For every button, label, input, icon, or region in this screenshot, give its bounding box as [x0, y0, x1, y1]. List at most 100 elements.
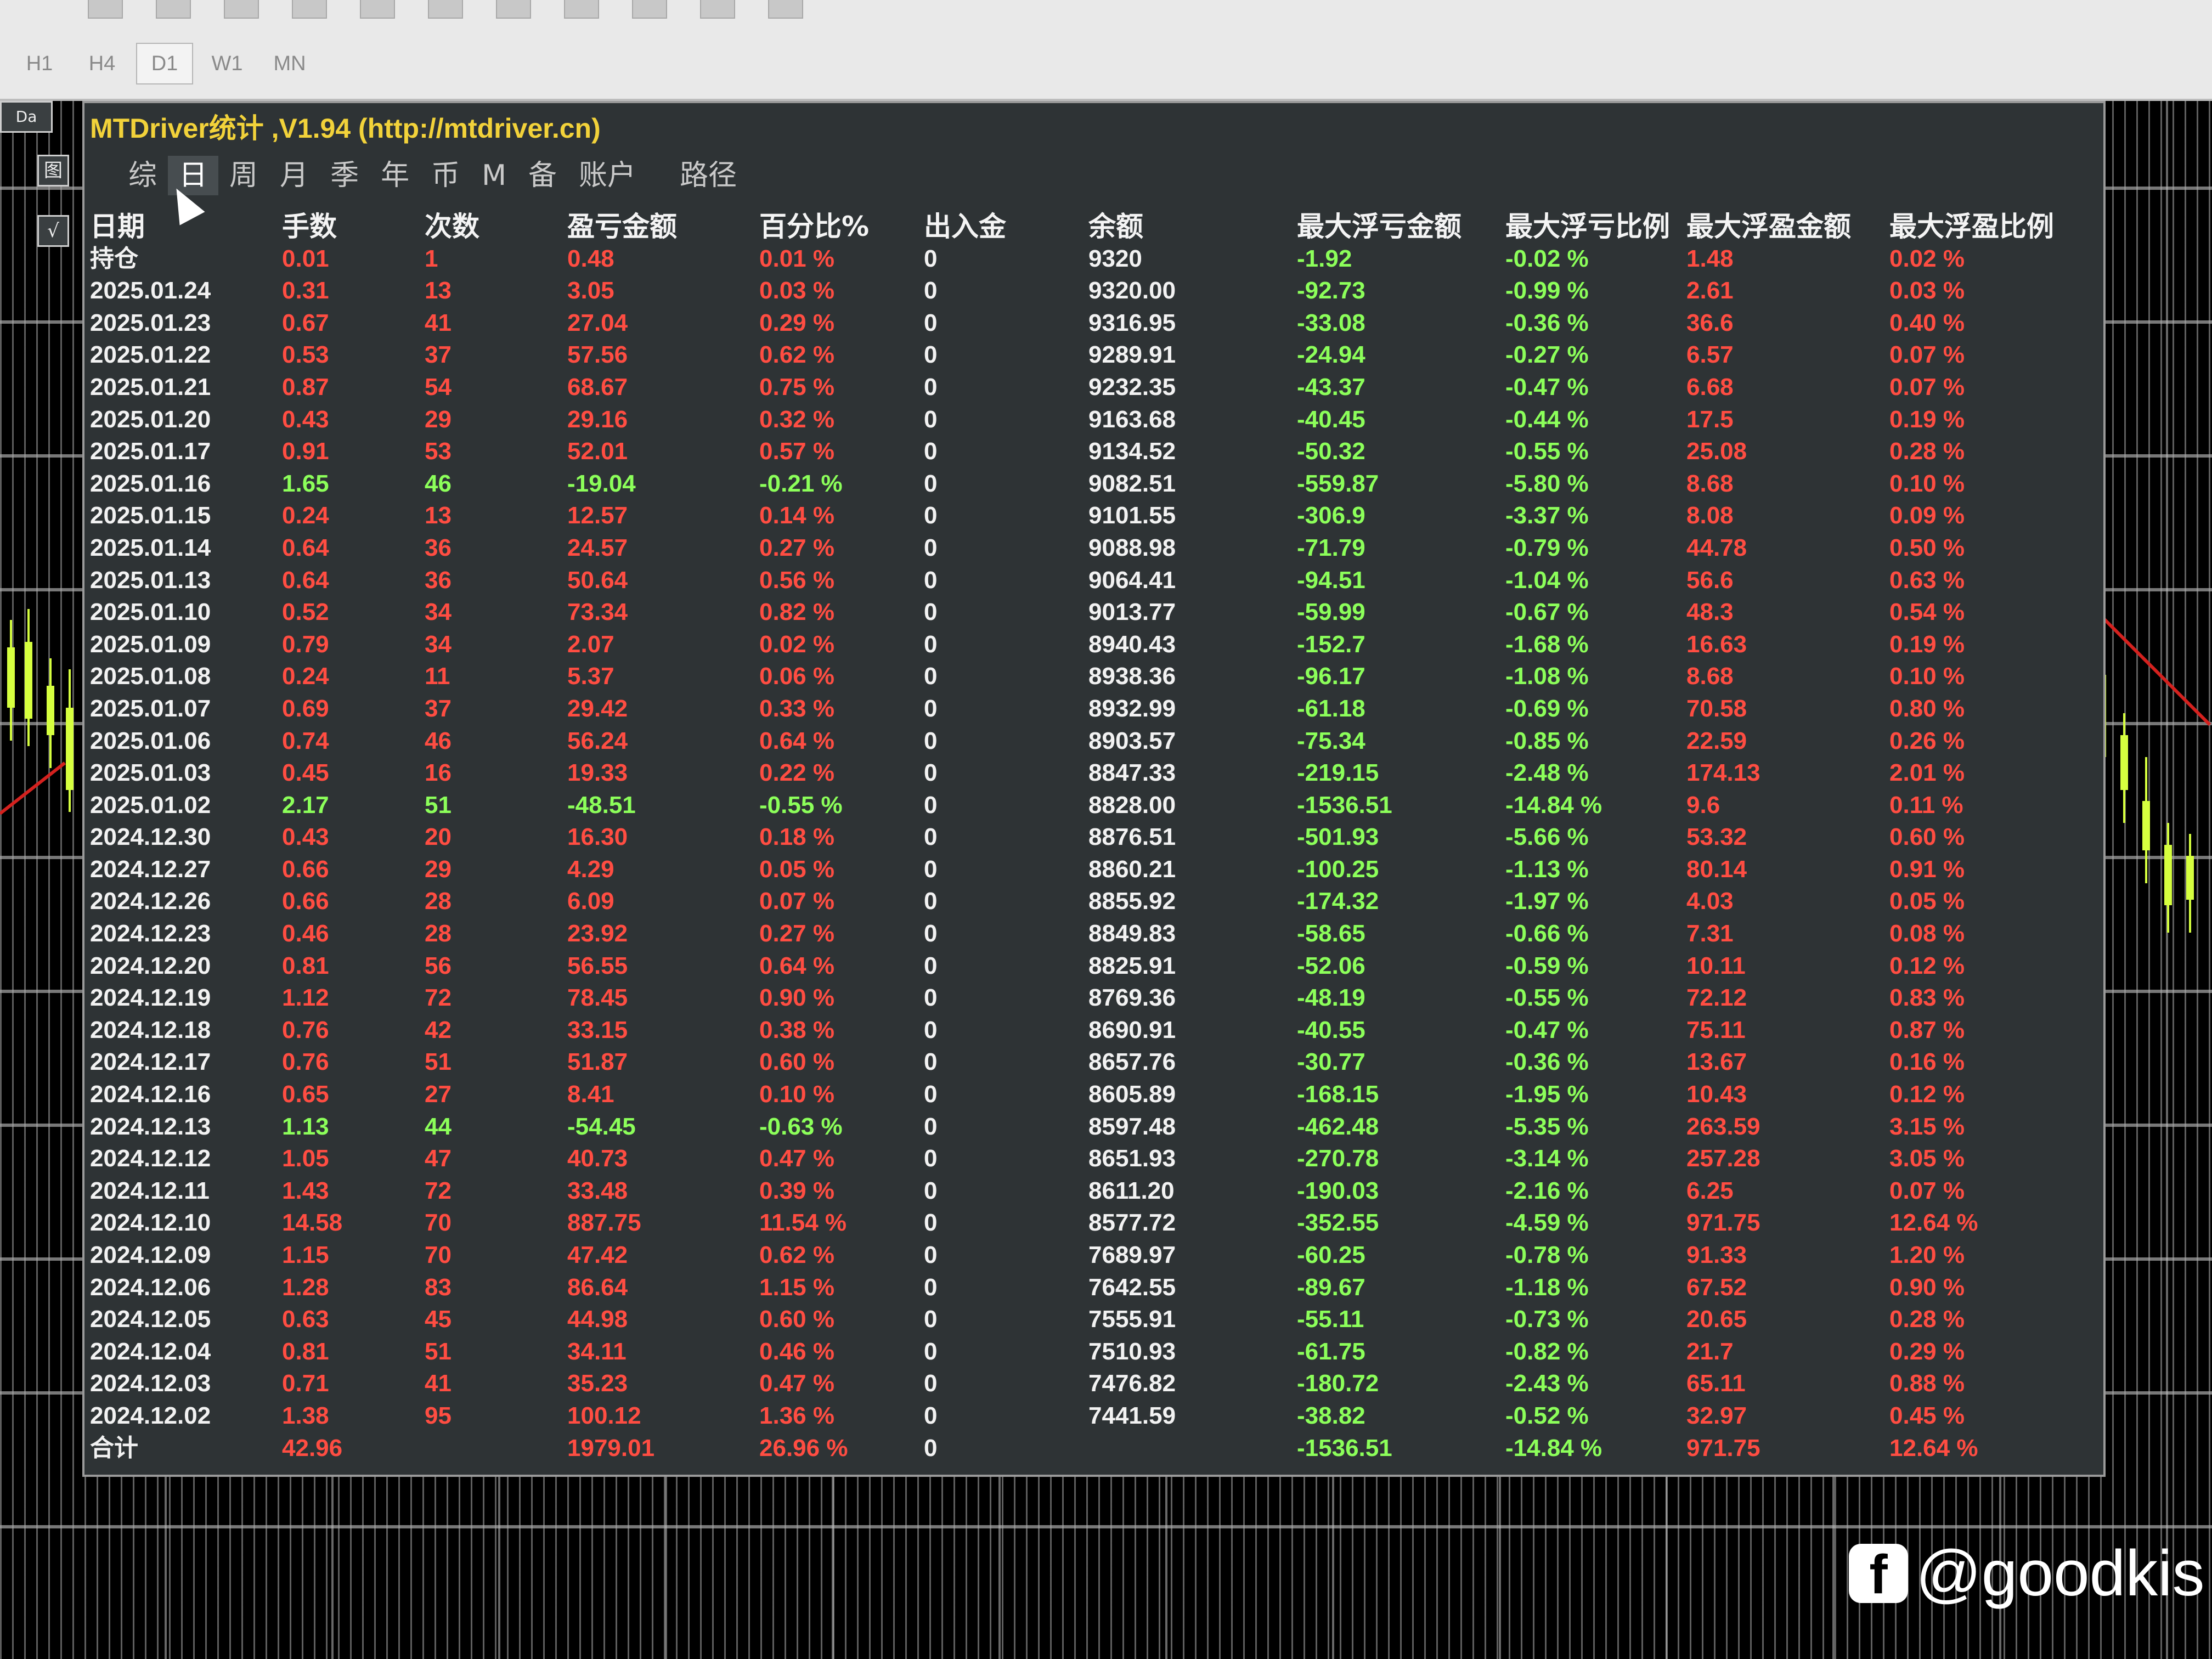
- cell-io: 0: [924, 1242, 938, 1268]
- cell-count: 11: [425, 663, 450, 690]
- cell-count: 53: [425, 438, 452, 465]
- check-button[interactable]: √: [37, 215, 69, 247]
- table-row: 2024.12.11 1.43 72 33.48 0.39 % 0 8611.20 -190.…: [90, 1175, 2065, 1207]
- period-icon[interactable]: [700, 0, 735, 19]
- tile-windows-icon[interactable]: [428, 0, 463, 19]
- total-cell-pl: 1979.01: [567, 1434, 655, 1462]
- cell-pl: 23.92: [567, 920, 628, 947]
- cell-date: 2025.01.06: [90, 727, 211, 754]
- cell-max-float-loss-pct: -1.18 %: [1505, 1273, 1589, 1301]
- cell-pl: 33.48: [567, 1177, 628, 1204]
- candle: [2120, 735, 2128, 790]
- cell-pct: 0.46 %: [759, 1338, 834, 1365]
- tab-0[interactable]: 综: [117, 156, 168, 195]
- cell-lots: 0.64: [282, 566, 329, 594]
- cell-count: 51: [425, 1048, 452, 1076]
- cell-max-float-loss-pct: -0.79 %: [1505, 534, 1589, 561]
- candle: [47, 686, 54, 735]
- tab-8[interactable]: 备: [517, 156, 568, 195]
- cell-count: 42: [425, 1016, 452, 1043]
- cell-lots: 0.65: [282, 1081, 329, 1108]
- toggle-panel-button[interactable]: 图: [37, 155, 69, 187]
- zoom-out-icon[interactable]: [360, 0, 395, 19]
- terminal-toolbar: H1 H4 D1 W1 MN: [0, 0, 2212, 101]
- cell-max-float-loss-pct: -0.59 %: [1505, 952, 1589, 979]
- cell-balance: 8690.91: [1088, 1016, 1176, 1043]
- cell-max-float-loss: -219.15: [1297, 759, 1379, 787]
- cell-max-float-loss: -100.25: [1297, 855, 1379, 883]
- cell-max-float-profit: 9.6: [1686, 791, 1720, 819]
- total-cell-count: [425, 1432, 567, 1465]
- tab-9[interactable]: 账户: [568, 156, 647, 195]
- tab-7[interactable]: M: [471, 156, 517, 195]
- cell-lots: 0.53: [282, 341, 329, 369]
- cell-pl: 44.98: [567, 1306, 628, 1333]
- cell-max-float-profit: 36.6: [1686, 309, 1734, 336]
- cell-max-float-loss: -190.03: [1297, 1177, 1379, 1204]
- table-row: 2024.12.23 0.46 28 23.92 0.27 % 0 8849.83 -58.6…: [90, 918, 2065, 950]
- cell-max-float-profit-pct: 0.07 %: [1889, 1177, 1965, 1204]
- cell-max-float-profit-pct: 0.19 %: [1889, 405, 1965, 433]
- template-icon[interactable]: [768, 0, 803, 19]
- cell-max-float-profit-pct: 0.88 %: [1889, 1370, 1965, 1397]
- table-row: 2025.01.08 0.24 11 5.37 0.06 % 0 8938.36 -96.17…: [90, 661, 2065, 693]
- cell-max-float-loss-pct: -1.13 %: [1505, 855, 1589, 883]
- window-corner-label[interactable]: Da: [0, 101, 53, 133]
- cell-max-float-profit: 25.08: [1686, 438, 1747, 465]
- cell-date: 2024.12.23: [90, 920, 211, 947]
- cell-pl: 24.57: [567, 534, 628, 561]
- cell-count: 72: [425, 1177, 452, 1204]
- cell-balance: 7642.55: [1088, 1273, 1176, 1301]
- indicator-add-icon[interactable]: [632, 0, 667, 19]
- cell-lots: 0.66: [282, 888, 329, 915]
- cell-pl: 8.41: [567, 1081, 614, 1108]
- cell-balance: 7476.82: [1088, 1370, 1176, 1397]
- cell-max-float-profit-pct: 0.09 %: [1889, 502, 1965, 529]
- cell-max-float-loss: -38.82: [1297, 1402, 1365, 1429]
- cell-max-float-profit: 4.03: [1686, 888, 1734, 915]
- cell-balance: 8651.93: [1088, 1145, 1176, 1172]
- tab-5[interactable]: 年: [370, 156, 420, 195]
- timeframe-h1-button[interactable]: H1: [11, 43, 68, 84]
- cell-pl: 73.34: [567, 599, 628, 626]
- cell-max-float-profit: 16.63: [1686, 630, 1747, 658]
- timeframe-d1-button[interactable]: D1: [136, 43, 193, 84]
- cell-max-float-profit-pct: 1.20 %: [1889, 1242, 1965, 1268]
- cell-io: 0: [924, 1306, 938, 1333]
- table-row: 2024.12.06 1.28 83 86.64 1.15 % 0 7642.55 -89.6…: [90, 1272, 2065, 1304]
- cell-count: 44: [425, 1113, 452, 1140]
- cell-date: 2025.01.03: [90, 759, 211, 787]
- cell-count: 70: [425, 1209, 452, 1237]
- zoom-in-icon[interactable]: [292, 0, 327, 19]
- cell-max-float-profit-pct: 0.12 %: [1889, 1081, 1965, 1108]
- chart-tool-icon[interactable]: [564, 0, 599, 19]
- cell-pct: 0.18 %: [759, 823, 834, 851]
- cell-date: 2025.01.23: [90, 309, 211, 336]
- cell-date: 2024.12.27: [90, 855, 211, 883]
- cell-date: 2025.01.09: [90, 630, 211, 658]
- cell-count: 47: [425, 1145, 452, 1172]
- total-cell-io: 0: [924, 1434, 938, 1462]
- cell-max-float-profit-pct: 0.07 %: [1889, 373, 1965, 400]
- timeframe-h4-button[interactable]: H4: [74, 43, 131, 84]
- chart-tool-icon[interactable]: [496, 0, 531, 19]
- cell-max-float-loss-pct: -0.67 %: [1505, 599, 1589, 626]
- tab-4[interactable]: 季: [319, 156, 370, 195]
- tab-10[interactable]: 路径: [669, 156, 748, 195]
- chart-tool-icon[interactable]: [88, 0, 123, 19]
- cell-max-float-profit: 10.43: [1686, 1081, 1747, 1108]
- timeframe-w1-button[interactable]: W1: [199, 43, 256, 84]
- cell-io: 0: [924, 952, 938, 979]
- cell-io: 0: [924, 759, 938, 787]
- chart-tool-icon[interactable]: [156, 0, 191, 19]
- timeframe-mn-button[interactable]: MN: [261, 43, 318, 84]
- tab-6[interactable]: 币: [420, 156, 471, 195]
- tab-2[interactable]: 周: [218, 156, 269, 195]
- table-row: 2025.01.17 0.91 53 52.01 0.57 % 0 9134.52 -50.3…: [90, 436, 2065, 468]
- cell-date: 2024.12.26: [90, 888, 211, 915]
- tab-3[interactable]: 月: [269, 156, 319, 195]
- cell-max-float-loss-pct: -0.52 %: [1505, 1402, 1589, 1429]
- chart-tool-icon[interactable]: [224, 0, 259, 19]
- total-row: 合计 42.96 1979.01 26.96 % 0 -1536.51 -14.84 % 97…: [90, 1432, 2065, 1465]
- cell-max-float-loss-pct: -0.27 %: [1505, 341, 1589, 369]
